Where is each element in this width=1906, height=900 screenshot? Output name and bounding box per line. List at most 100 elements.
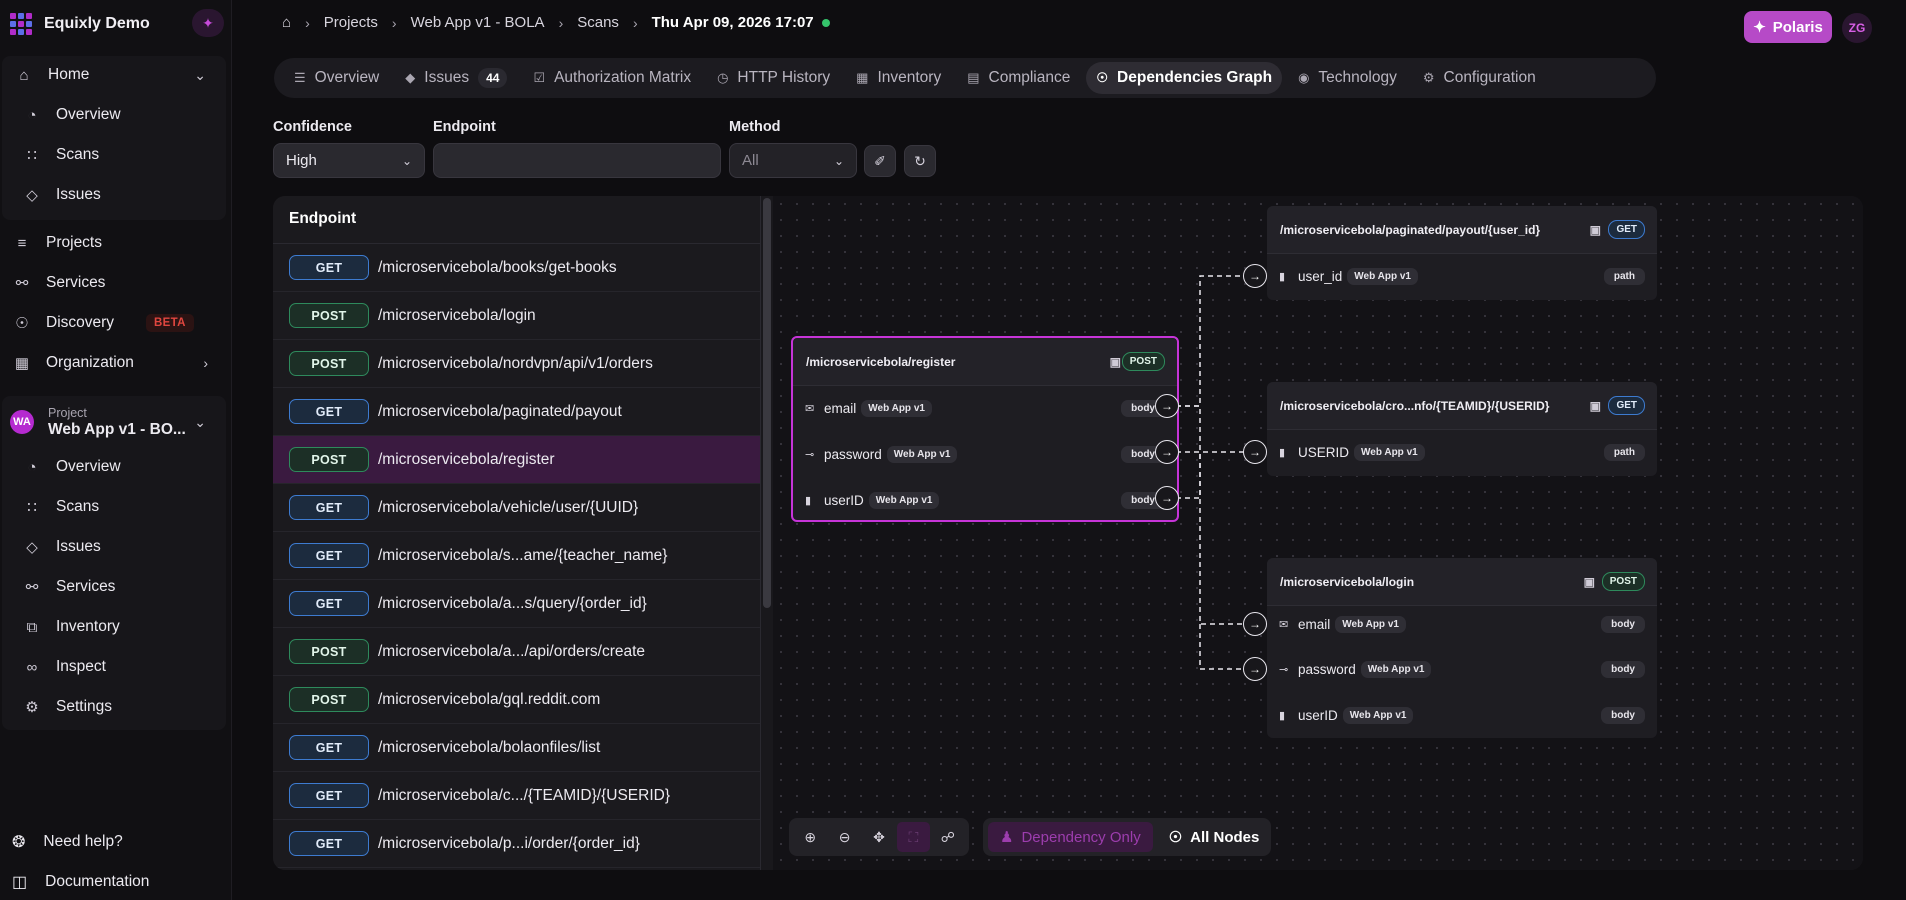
- dependency-graph-canvas[interactable]: /microservicebola/register ▣ POST ✉ email…: [773, 196, 1863, 870]
- project-caption: Project: [48, 405, 87, 420]
- input-port-icon[interactable]: →: [1243, 657, 1267, 681]
- zoom-out-icon[interactable]: ⊖: [828, 822, 860, 852]
- breadcrumb-project[interactable]: Web App v1 - BOLA: [411, 14, 545, 31]
- nav-projects[interactable]: ≡ Projects: [12, 228, 102, 258]
- output-port-icon[interactable]: →: [1155, 486, 1179, 510]
- target-node-cro-info[interactable]: /microservicebola/cro...nfo/{TEAMID}/{US…: [1267, 382, 1657, 476]
- user-avatar[interactable]: ZG: [1842, 13, 1872, 43]
- breadcrumb-scans[interactable]: Scans: [577, 14, 619, 31]
- endpoint-row[interactable]: POST/microservicebola/gql.reddit.com: [273, 676, 760, 724]
- method-badge: GET: [289, 783, 369, 808]
- tab-technology[interactable]: ◉ Technology: [1288, 62, 1407, 94]
- endpoint-row-selected[interactable]: POST/microservicebola/register: [273, 436, 760, 484]
- nav-label: Services: [56, 578, 116, 595]
- nav-home-scans[interactable]: ∷ Scans: [22, 140, 99, 170]
- tab-overview[interactable]: ☰ Overview: [284, 62, 389, 94]
- endpoint-row[interactable]: GET/microservicebola/a...s/query/{order_…: [273, 580, 760, 628]
- node-path: /microservicebola/register: [806, 354, 956, 369]
- fullscreen-icon[interactable]: ⛶: [897, 822, 930, 852]
- lock-icon[interactable]: ☍: [932, 822, 964, 852]
- node-field-USERID: ▮ USERID Web App v1: [1279, 440, 1425, 464]
- nav-home-overview[interactable]: ◔ Overview: [22, 100, 121, 130]
- nav-project-inventory[interactable]: ⧉ Inventory: [22, 612, 120, 642]
- sidebar: Equixly Demo ✦ ⌂ Home ⌄ ◔ Overview ∷ Sca…: [0, 0, 232, 900]
- node-field-userid: ▮ userID Web App v1: [805, 488, 940, 512]
- nav-project-inspect[interactable]: ∞ Inspect: [22, 652, 106, 682]
- chevron-right-icon: ›: [203, 355, 208, 371]
- nav-project-issues[interactable]: ◇ Issues: [22, 532, 101, 562]
- nav-project-settings[interactable]: ⚙ Settings: [22, 692, 112, 722]
- tab-configuration[interactable]: ⚙ Configuration: [1413, 62, 1546, 94]
- tab-bar: ☰ Overview ◆ Issues 44 ☑ Authorization Matri…: [274, 58, 1656, 98]
- tab-dependencies-graph[interactable]: ☉ Dependencies Graph: [1086, 62, 1283, 94]
- service-chip: Web App v1: [1360, 660, 1432, 678]
- source-node-register[interactable]: /microservicebola/register ▣ POST ✉ email…: [791, 336, 1179, 522]
- nav-home[interactable]: ⌂ Home ⌄: [14, 60, 220, 90]
- node-path: /microservicebola/cro...nfo/{TEAMID}/{US…: [1280, 398, 1550, 413]
- person-icon: ♟: [1000, 829, 1014, 846]
- nav-project-scans[interactable]: ∷ Scans: [22, 492, 99, 522]
- project-switcher[interactable]: WA Project Web App v1 - BO... ⌄: [10, 404, 220, 440]
- endpoint-row[interactable]: GET/microservicebola/books/get-books: [273, 244, 760, 292]
- target-node-login[interactable]: /microservicebola/login ▣ POST ✉ email Web…: [1267, 558, 1657, 738]
- endpoint-path: /microservicebola/books/get-books: [378, 258, 617, 276]
- need-help-link[interactable]: ❂ Need help?: [12, 828, 123, 856]
- target-node-paginated-payout[interactable]: /microservicebola/paginated/payout/{user…: [1267, 206, 1657, 300]
- nav-home-issues[interactable]: ◇ Issues: [22, 180, 101, 210]
- zoom-in-icon[interactable]: ⊕: [794, 822, 826, 852]
- fit-view-icon[interactable]: ✥: [863, 822, 895, 852]
- endpoint-row[interactable]: GET/microservicebola/p...i/order/{order_…: [273, 820, 760, 868]
- service-chip: Web App v1: [1354, 443, 1425, 461]
- tab-inventory[interactable]: ▦ Inventory: [846, 62, 951, 94]
- documentation-link[interactable]: ◫ Documentation: [12, 868, 149, 896]
- input-port-icon[interactable]: →: [1243, 440, 1267, 464]
- pin-icon[interactable]: ✦: [192, 9, 224, 37]
- nav-label: Discovery: [46, 314, 115, 331]
- clear-filters-button[interactable]: ✐: [864, 145, 896, 177]
- endpoint-search-input[interactable]: [433, 143, 721, 178]
- method-select[interactable]: All ⌄: [729, 143, 857, 178]
- nav-label: Overview: [56, 106, 121, 123]
- input-port-icon[interactable]: →: [1243, 612, 1267, 636]
- brand[interactable]: Equixly Demo: [10, 10, 150, 38]
- output-port-icon[interactable]: →: [1155, 440, 1179, 464]
- endpoint-row[interactable]: GET/microservicebola/paginated/payout: [273, 388, 760, 436]
- endpoint-row[interactable]: GET/microservicebola/bolaonfiles/list: [273, 724, 760, 772]
- nav-project-services[interactable]: ⚯ Services: [22, 572, 116, 602]
- endpoint-list-scrollbar[interactable]: [763, 198, 771, 608]
- method-badge: GET: [289, 591, 369, 616]
- endpoint-row[interactable]: GET/microservicebola/s...ame/{teacher_na…: [273, 532, 760, 580]
- endpoint-row[interactable]: GET/microservicebola/c.../{TEAMID}/{USER…: [273, 772, 760, 820]
- tab-issues[interactable]: ◆ Issues 44: [395, 62, 517, 94]
- nav-label: Organization: [46, 354, 134, 371]
- nav-services[interactable]: ⚯ Services: [12, 268, 106, 298]
- tab-http-history[interactable]: ◷ HTTP History: [707, 62, 840, 94]
- field-name: email: [824, 400, 857, 416]
- id-icon: ▮: [1279, 270, 1286, 283]
- nav-discovery[interactable]: ☉ Discovery BETA: [12, 308, 194, 338]
- endpoint-row[interactable]: POST/microservicebola/nordvpn/api/v1/ord…: [273, 340, 760, 388]
- input-port-icon[interactable]: →: [1243, 264, 1267, 288]
- endpoint-row[interactable]: POST/microservicebola/a.../api/orders/cr…: [273, 628, 760, 676]
- refresh-button[interactable]: ↻: [904, 145, 936, 177]
- nav-organization[interactable]: ▦ Organization ›: [12, 348, 222, 378]
- polaris-button[interactable]: ✦ Polaris: [1744, 11, 1832, 43]
- method-badge: POST: [289, 687, 369, 712]
- all-nodes-button[interactable]: ☉ All Nodes: [1157, 822, 1272, 852]
- node-field-email: ✉ email Web App v1: [1279, 612, 1406, 636]
- status-dot: [821, 18, 830, 27]
- endpoint-row[interactable]: POST/microservicebola/login: [273, 292, 760, 340]
- breadcrumb-current-scan: Thu Apr 09, 2026 17:07: [651, 14, 814, 31]
- confidence-select[interactable]: High ⌄: [273, 143, 425, 178]
- mail-icon: ✉: [1279, 618, 1289, 631]
- dependency-only-button[interactable]: ♟ Dependency Only: [988, 822, 1153, 852]
- field-name: userID: [824, 492, 864, 508]
- breadcrumb-projects[interactable]: Projects: [324, 14, 378, 31]
- tab-compliance[interactable]: ▤ Compliance: [957, 62, 1080, 94]
- nav-project-overview[interactable]: ◔ Overview: [22, 452, 120, 482]
- nav-home-label: Home: [48, 66, 90, 83]
- home-icon[interactable]: ⌂: [282, 14, 291, 31]
- endpoint-row[interactable]: GET/microservicebola/vehicle/user/{UUID}: [273, 484, 760, 532]
- tab-authorization-matrix[interactable]: ☑ Authorization Matrix: [523, 62, 701, 94]
- output-port-icon[interactable]: →: [1155, 394, 1179, 418]
